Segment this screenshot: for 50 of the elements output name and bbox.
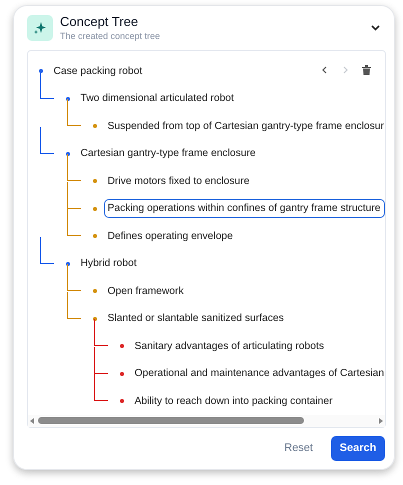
tree-connector: [67, 209, 81, 236]
tree-connector: [94, 346, 108, 374]
tree-connector: [94, 319, 108, 346]
tree-connector: [40, 72, 54, 99]
bullet-dot: [93, 234, 97, 238]
tree-connector: [67, 99, 81, 126]
tree-node[interactable]: Case packing robot: [52, 62, 144, 81]
tree-connector: [67, 182, 81, 209]
tree-connector: [67, 264, 81, 292]
tree-node[interactable]: Cartesian gantry-type frame enclosure: [80, 144, 257, 164]
bullet-dot: [66, 262, 70, 266]
bullet-dot: [93, 179, 97, 184]
scroll-left-icon[interactable]: [30, 418, 35, 424]
tree-connector: [94, 374, 108, 402]
tree-node[interactable]: Defines operating envelope: [106, 226, 234, 246]
horizontal-scrollbar[interactable]: [28, 414, 385, 427]
tree-connector: [40, 236, 54, 264]
bullet-dot: [93, 289, 97, 294]
bullet-dot: [120, 399, 124, 404]
tree-connector: [67, 154, 81, 182]
tree-node[interactable]: Open framework: [106, 282, 185, 301]
bullet-dot: [66, 152, 70, 156]
panel-title: Concept Tree: [60, 14, 140, 30]
tree-node[interactable]: Operational and maintenance advantages of Cartesian: [134, 364, 385, 384]
tree-connector: [40, 126, 54, 154]
bullet-dot: [120, 372, 124, 376]
bullet-dot: [39, 69, 43, 74]
panel-subtitle: The created concept tree: [60, 31, 162, 42]
sparkle-icon: [27, 14, 53, 41]
search-button[interactable]: Search: [331, 436, 385, 461]
tree-node[interactable]: Drive motors fixed to enclosure: [106, 172, 250, 191]
tree-node[interactable]: Suspended from top of Cartesian gantry-type frame enclosur: [106, 116, 385, 136]
tree-node[interactable]: Ability to reach down into packing container: [134, 392, 334, 411]
delete-button[interactable]: [360, 63, 373, 76]
chevron-left-icon: [322, 66, 327, 74]
tree-node[interactable]: Two dimensional articulated robot: [80, 89, 235, 108]
bullet-dot: [66, 96, 70, 101]
tree-node[interactable]: Sanitary advantages of articulating robots: [134, 336, 325, 356]
chevron-icon[interactable]: [371, 24, 380, 31]
bullet-dot: [93, 124, 97, 128]
reset-button[interactable]: Reset: [282, 438, 315, 458]
tree-node[interactable]: Slanted or slantable sanitized surfaces: [106, 309, 285, 328]
bullet-dot: [93, 316, 97, 321]
bullet-dot: [120, 344, 124, 348]
bullet-dot: [93, 206, 97, 211]
chevron-right-icon: [343, 66, 348, 74]
tree-connector: [67, 292, 81, 319]
tree-node[interactable]: Packing operations within confines of gantry frame structure: [104, 199, 385, 218]
scroll-right-icon[interactable]: [378, 418, 383, 424]
tree-node[interactable]: Hybrid robot: [80, 254, 138, 274]
